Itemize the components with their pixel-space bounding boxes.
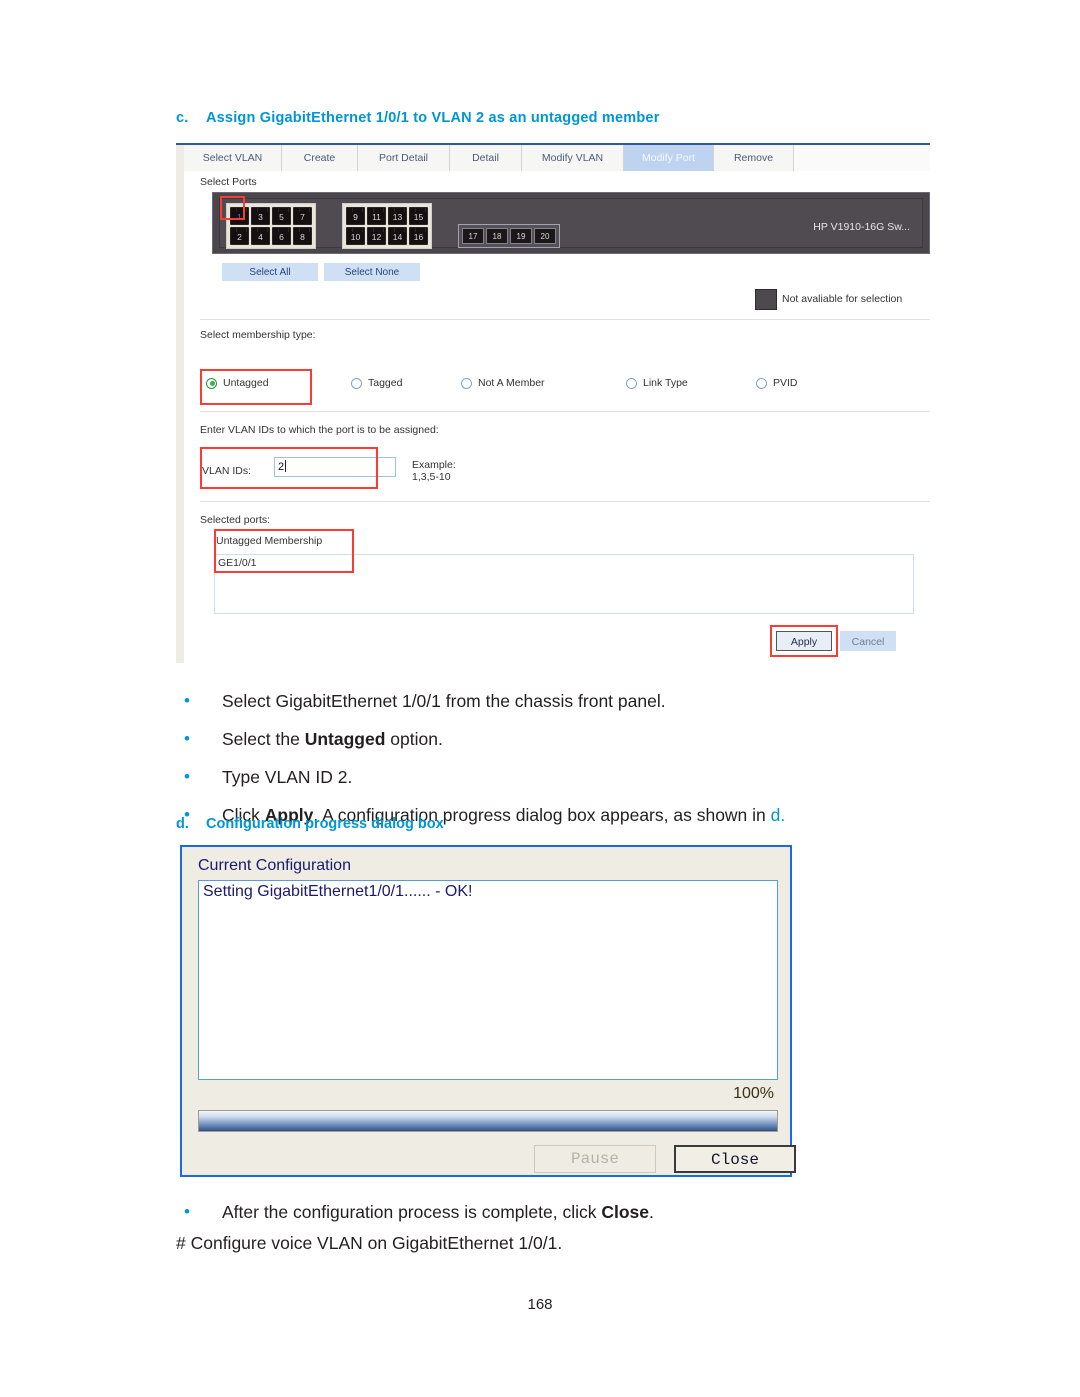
dialog-title: Current Configuration — [198, 857, 351, 874]
port-row-top-2: 9 11 13 15 — [345, 206, 429, 226]
port-14[interactable]: 14 — [388, 227, 407, 245]
port-8[interactable]: 8 — [293, 227, 312, 245]
sfp-port-group: 17 18 19 20 — [458, 224, 560, 248]
heading-d: d. Configuration progress dialog box — [176, 816, 876, 832]
bullet-item-2: Select the Untagged option. — [176, 724, 936, 754]
heading-c: c. Assign GigabitEthernet 1/0/1 to VLAN 2… — [176, 110, 876, 126]
document-page: c. Assign GigabitEthernet 1/0/1 to VLAN 2… — [0, 0, 1080, 1397]
port-16[interactable]: 16 — [409, 227, 428, 245]
tab-create[interactable]: Create — [282, 145, 358, 171]
sfp-port-19[interactable]: 19 — [510, 228, 532, 244]
radio-not-a-member-dot-icon — [461, 377, 472, 389]
port-12[interactable]: 12 — [367, 227, 386, 245]
radio-pvid-dot-icon — [756, 377, 767, 389]
sfp-port-17[interactable]: 17 — [462, 228, 484, 244]
sfp-port-20[interactable]: 20 — [534, 228, 556, 244]
tab-detail[interactable]: Detail — [450, 145, 522, 171]
port-1-highlight-box — [220, 196, 245, 220]
heading-d-letter: d. — [176, 816, 189, 832]
select-ports-label: Select Ports — [200, 176, 257, 188]
tab-port-detail[interactable]: Port Detail — [358, 145, 450, 171]
trailing-command-line: # Configure voice VLAN on GigabitEtherne… — [176, 1233, 563, 1253]
switch-model-label: HP V1910-16G Sw... — [813, 221, 910, 233]
legend-label: Not avaliable for selection — [782, 293, 903, 305]
sfp-port-18[interactable]: 18 — [486, 228, 508, 244]
bullet-item-5: After the configuration process is compl… — [176, 1197, 936, 1227]
radio-tagged-label: Tagged — [368, 377, 403, 389]
port-2[interactable]: 2 — [230, 227, 249, 245]
radio-link-type[interactable]: Link Type — [626, 377, 688, 389]
port-3[interactable]: 3 — [251, 207, 270, 225]
apply-highlight-box — [770, 625, 838, 657]
bullet-1-pre: Select GigabitEthernet 1/0/1 from the ch… — [222, 691, 666, 711]
port-10[interactable]: 10 — [346, 227, 365, 245]
port-6[interactable]: 6 — [272, 227, 291, 245]
radio-link-type-dot-icon — [626, 377, 637, 389]
select-all-button[interactable]: Select All — [222, 263, 318, 281]
tab-bar-filler — [794, 145, 930, 171]
dialog-progress-bar — [198, 1110, 778, 1132]
page-number: 168 — [527, 1296, 553, 1313]
bullet-2-post: option. — [385, 729, 443, 749]
dialog-percent-label: 100% — [733, 1085, 774, 1102]
port-15[interactable]: 15 — [409, 207, 428, 225]
figure-left-gutter — [176, 143, 184, 663]
heading-c-letter: c. — [176, 110, 189, 126]
dialog-log-area: Setting GigabitEthernet1/0/1...... - OK! — [198, 880, 778, 1080]
heading-d-text: Configuration progress dialog box — [206, 816, 444, 832]
membership-type-label: Select membership type: — [200, 329, 316, 341]
port-row-bottom-2: 10 12 14 16 — [345, 226, 429, 246]
radio-pvid-label: PVID — [773, 377, 798, 389]
tab-modify-vlan[interactable]: Modify VLAN — [522, 145, 624, 171]
pause-button[interactable]: Pause — [534, 1145, 656, 1173]
radio-link-type-label: Link Type — [643, 377, 688, 389]
radio-tagged-dot-icon — [351, 377, 362, 389]
port-group-2: 9 11 13 15 10 12 14 16 — [342, 203, 432, 249]
port-5[interactable]: 5 — [272, 207, 291, 225]
radio-pvid[interactable]: PVID — [756, 377, 798, 389]
vlan-ids-prompt: Enter VLAN IDs to which the port is to b… — [200, 424, 439, 436]
radio-not-a-member-label: Not A Member — [478, 377, 545, 389]
vlan-modify-port-screenshot: Select VLAN Create Port Detail Detail Mo… — [176, 143, 930, 663]
bullet-5-bold: Close — [601, 1202, 649, 1222]
close-button[interactable]: Close — [674, 1145, 796, 1173]
port-4[interactable]: 4 — [251, 227, 270, 245]
port-13[interactable]: 13 — [388, 207, 407, 225]
dialog-log-line: Setting GigabitEthernet1/0/1...... - OK! — [203, 883, 473, 900]
bullet-2-pre: Select the — [222, 729, 305, 749]
modify-port-panel: Select Ports 1 3 5 7 2 4 6 8 9 11 13 15 … — [184, 171, 930, 663]
divider-2 — [200, 411, 930, 412]
bullet-5-post: . — [649, 1202, 654, 1222]
configuration-progress-dialog: Current Configuration Setting GigabitEth… — [180, 845, 796, 1177]
bullet-3-pre: Type VLAN ID 2. — [222, 767, 353, 787]
chassis-inner-bezel: 1 3 5 7 2 4 6 8 9 11 13 15 10 12 14 16 1… — [219, 198, 923, 249]
radio-tagged[interactable]: Tagged — [351, 377, 402, 389]
chassis-front-panel[interactable]: 1 3 5 7 2 4 6 8 9 11 13 15 10 12 14 16 1… — [212, 192, 930, 254]
cancel-button[interactable]: Cancel — [840, 631, 896, 651]
vlan-ids-highlight-box — [200, 447, 378, 489]
radio-not-a-member[interactable]: Not A Member — [461, 377, 545, 389]
bullet-item-1: Select GigabitEthernet 1/0/1 from the ch… — [176, 686, 936, 716]
vlan-ids-example: Example: 1,3,5-10 — [412, 459, 456, 483]
divider-3 — [200, 501, 930, 502]
bullet-item-3: Type VLAN ID 2. — [176, 762, 936, 792]
tab-bar: Select VLAN Create Port Detail Detail Mo… — [184, 145, 930, 171]
sfp-row: 17 18 19 20 — [461, 227, 557, 245]
port-11[interactable]: 11 — [367, 207, 386, 225]
tab-select-vlan[interactable]: Select VLAN — [184, 145, 282, 171]
heading-c-text: Assign GigabitEthernet 1/0/1 to VLAN 2 a… — [206, 110, 660, 126]
divider-1 — [200, 319, 930, 320]
port-row-bottom-1: 2 4 6 8 — [229, 226, 313, 246]
selected-ports-label: Selected ports: — [200, 514, 271, 526]
untagged-highlight-box — [200, 369, 312, 405]
select-none-button[interactable]: Select None — [324, 263, 420, 281]
port-7[interactable]: 7 — [293, 207, 312, 225]
selected-ports-highlight-box — [214, 529, 354, 573]
tab-remove[interactable]: Remove — [714, 145, 794, 171]
port-9[interactable]: 9 — [346, 207, 365, 225]
unavailable-swatch-icon — [755, 289, 777, 310]
tab-modify-port[interactable]: Modify Port — [624, 145, 714, 171]
bullet-2-bold: Untagged — [304, 729, 386, 749]
bullet-5-pre: After the configuration process is compl… — [222, 1202, 602, 1222]
